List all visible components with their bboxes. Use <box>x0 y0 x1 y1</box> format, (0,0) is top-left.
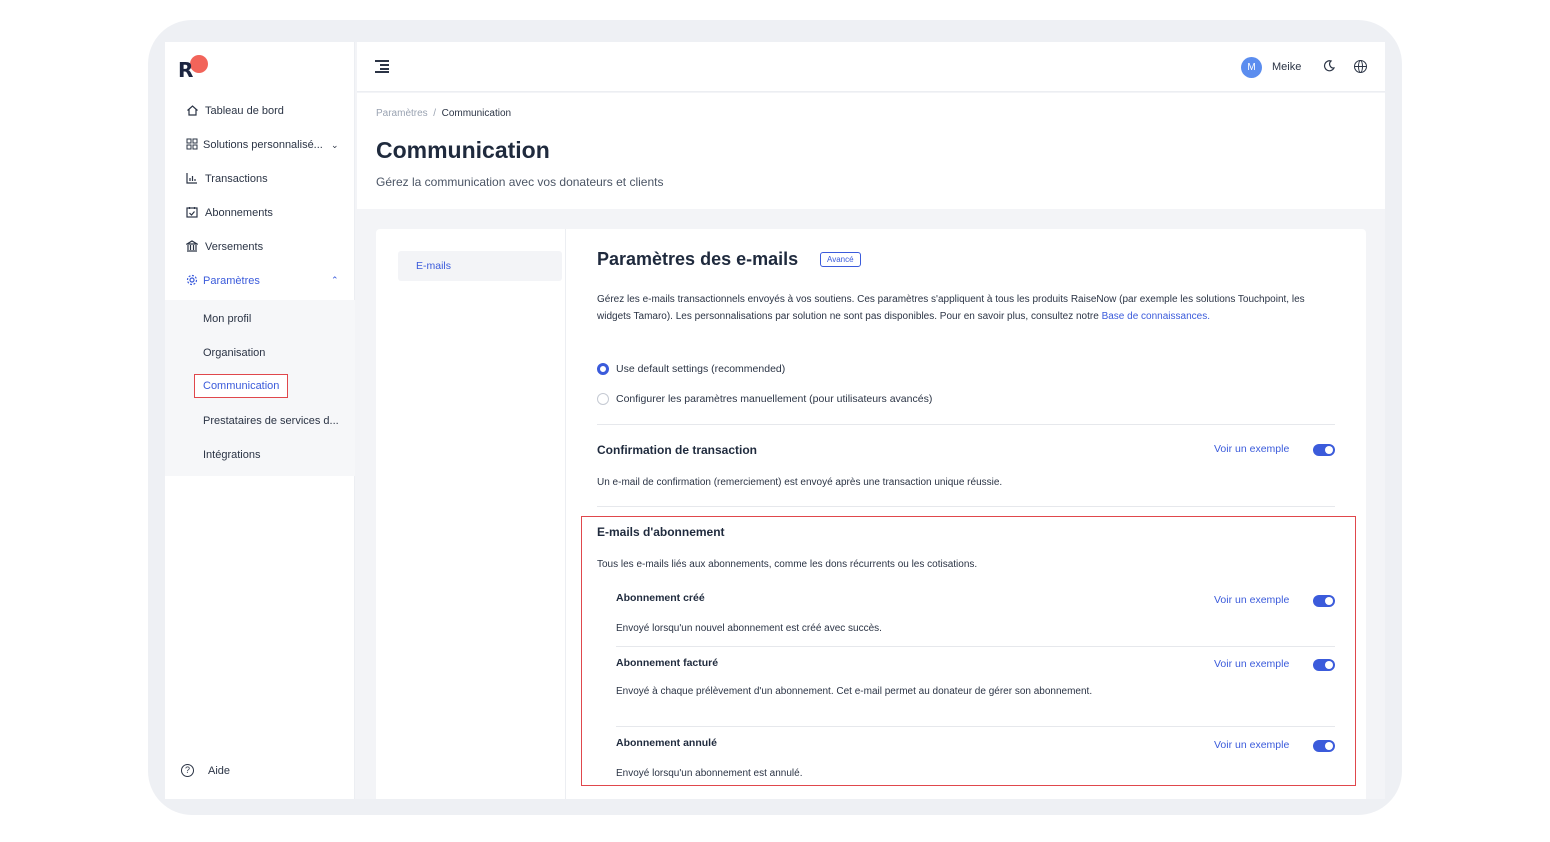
radio-label: Configurer les paramètres manuellement (… <box>616 393 933 405</box>
confirmation-title: Confirmation de transaction <box>597 443 758 457</box>
tab-emails[interactable]: E-mails <box>398 251 562 281</box>
page-subtitle: Gérez la communication avec vos donateur… <box>376 175 664 189</box>
confirmation-example-link[interactable]: Voir un exemple <box>1214 443 1289 455</box>
sidebar-item-payouts[interactable]: Versements <box>165 232 355 262</box>
avatar[interactable]: M <box>1241 57 1262 78</box>
subnav-item-service-providers[interactable]: Prestataires de services d... <box>203 415 339 427</box>
calendar-check-icon <box>185 206 199 220</box>
radio-label: Use default settings (recommended) <box>616 363 786 375</box>
chevron-down-icon[interactable]: ⌄ <box>331 140 339 151</box>
topbar: M Meike <box>357 42 1385 92</box>
help-icon: ? <box>181 764 194 777</box>
sidebar-item-label: Abonnements <box>205 207 273 219</box>
grid-icon <box>185 138 199 152</box>
logo-letter: R <box>178 58 194 82</box>
language-globe-icon[interactable] <box>1354 60 1367 73</box>
sidebar-item-settings[interactable]: Paramètres ⌃ <box>165 266 355 296</box>
collapse-menu-icon[interactable] <box>375 60 389 73</box>
knowledge-base-link[interactable]: Base de connaissances <box>1102 311 1208 322</box>
breadcrumb-current: Communication <box>441 108 512 119</box>
subnav-item-profile[interactable]: Mon profil <box>203 313 251 325</box>
radio-checked[interactable] <box>597 363 609 375</box>
home-icon <box>185 104 199 118</box>
breadcrumb-parent[interactable]: Paramètres <box>376 108 428 119</box>
confirmation-toggle[interactable] <box>1313 444 1335 456</box>
breadcrumb-separator: / <box>433 108 437 119</box>
section-title: Paramètres des e-mails <box>597 249 799 269</box>
radio-unchecked[interactable] <box>597 393 609 405</box>
divider <box>597 506 1335 507</box>
page-header: Paramètres / Communication Communication… <box>357 93 1385 209</box>
raisenow-logo[interactable]: R <box>178 54 208 84</box>
sidebar-item-label: Paramètres <box>203 275 260 287</box>
confirmation-text: Un e-mail de confirmation (remerciement)… <box>597 477 1003 488</box>
subnav-item-integrations[interactable]: Intégrations <box>203 449 260 461</box>
sidebar-item-subscriptions[interactable]: Abonnements <box>165 198 355 228</box>
subnav-item-communication[interactable]: Communication <box>194 374 289 398</box>
page-title: Communication <box>376 137 550 163</box>
app-screen: R Tableau de bord Solutions personnalisé… <box>165 42 1385 799</box>
sidebar-item-label: Versements <box>205 241 264 253</box>
breadcrumb: Paramètres / Communication <box>376 108 511 119</box>
link-period: . <box>1207 311 1210 322</box>
divider <box>597 424 1335 425</box>
help-label: Aide <box>208 764 231 777</box>
sidebar-item-label: Solutions personnalisé... <box>203 139 323 151</box>
sidebar-item-label: Transactions <box>205 173 268 185</box>
chart-icon <box>185 172 199 186</box>
bank-icon <box>184 240 200 254</box>
dark-mode-icon[interactable] <box>1322 59 1336 73</box>
help-link[interactable]: ? Aide <box>181 764 230 777</box>
settings-tabs: E-mails <box>376 229 566 799</box>
radio-manual-settings[interactable]: Configurer les paramètres manuellement (… <box>597 393 932 405</box>
sidebar-item-custom-solutions[interactable]: Solutions personnalisé... ⌄ <box>165 130 355 160</box>
settings-subnav: Mon profil Organisation Communication Pr… <box>165 300 355 476</box>
sidebar-item-dashboard[interactable]: Tableau de bord <box>165 96 355 126</box>
gear-icon <box>185 274 199 288</box>
subscription-highlight-box <box>581 516 1356 786</box>
advanced-badge: Avancé <box>820 252 861 267</box>
chevron-up-icon[interactable]: ⌃ <box>331 275 339 286</box>
sidebar-item-label: Tableau de bord <box>205 105 284 117</box>
user-name[interactable]: Meike <box>1272 61 1301 73</box>
section-description: Gérez les e-mails transactionnels envoyé… <box>597 291 1322 325</box>
subnav-item-organisation[interactable]: Organisation <box>203 347 265 359</box>
sidebar-item-transactions[interactable]: Transactions <box>165 164 355 194</box>
sidebar: R Tableau de bord Solutions personnalisé… <box>165 42 355 799</box>
radio-default-settings[interactable]: Use default settings (recommended) <box>597 363 785 375</box>
